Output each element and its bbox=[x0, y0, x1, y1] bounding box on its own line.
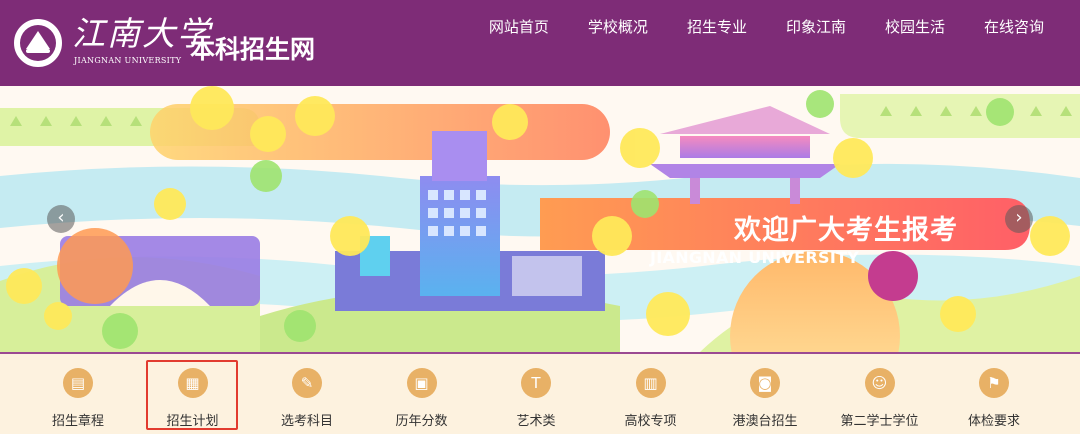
banner-subheadline: JIANGNAN UNIVERSITY bbox=[650, 248, 860, 267]
art-t-icon: T bbox=[521, 368, 551, 398]
quick-link-label: 港澳台招生 bbox=[732, 414, 798, 429]
university-emblem-icon[interactable] bbox=[14, 19, 62, 67]
quick-link-label: 招生计划 bbox=[166, 414, 219, 429]
calendar-icon: ▦ bbox=[177, 368, 208, 398]
quick-link-label: 历年分数 bbox=[395, 414, 448, 429]
chevron-left-icon[interactable]: ‹ bbox=[47, 205, 75, 233]
quick-link-1[interactable]: ▤ 招生章程 bbox=[28, 354, 128, 434]
site-title: 本科招生网 bbox=[190, 35, 316, 64]
quick-link-label: 选考科目 bbox=[280, 414, 333, 429]
logo-english-name: JIANGNAN UNIVERSITY bbox=[74, 56, 182, 65]
quick-links-bar: ▤ 招生章程 ▦ 招生计划 ✎ 选考科目 ▣ 历年分数 T 艺术类 ▥ 高校专项 ◙ 港澳台招生 ☺ 第二学士… bbox=[0, 352, 1080, 434]
quick-link-5[interactable]: T 艺术类 bbox=[486, 354, 586, 434]
quick-link-label: 艺术类 bbox=[516, 414, 556, 429]
main-nav: 网站首页 学校概况 招生专业 印象江南 校园生活 在线咨询 bbox=[450, 16, 1044, 37]
nav-item-majors[interactable]: 招生专业 bbox=[687, 16, 747, 37]
quick-link-8[interactable]: ☺ 第二学士学位 bbox=[830, 354, 930, 434]
nav-item-consult[interactable]: 在线咨询 bbox=[984, 16, 1044, 37]
quick-link-6[interactable]: ▥ 高校专项 bbox=[601, 354, 701, 434]
nav-item-campus-life[interactable]: 校园生活 bbox=[885, 16, 945, 37]
user-list-icon: ☺ bbox=[864, 368, 895, 398]
id-card-icon: ◙ bbox=[750, 368, 780, 398]
quick-link-9[interactable]: ⚑ 体检要求 bbox=[944, 354, 1044, 434]
edit-icon: ✎ bbox=[292, 368, 322, 398]
file-icon: ▥ bbox=[635, 368, 666, 398]
running-icon: ⚑ bbox=[979, 368, 1009, 398]
quick-link-label: 第二学士学位 bbox=[840, 414, 919, 429]
chevron-right-icon[interactable]: › bbox=[1005, 205, 1033, 233]
nav-item-overview[interactable]: 学校概况 bbox=[588, 16, 648, 37]
quick-link-4[interactable]: ▣ 历年分数 bbox=[372, 354, 472, 434]
hero-banner[interactable]: 欢迎广大考生报考 JIANGNAN UNIVERSITY ‹ › bbox=[0, 86, 1080, 352]
quick-link-3[interactable]: ✎ 选考科目 bbox=[257, 354, 357, 434]
quick-link-7[interactable]: ◙ 港澳台招生 bbox=[715, 354, 815, 434]
document-icon: ▤ bbox=[63, 368, 93, 398]
quick-link-label: 招生章程 bbox=[51, 414, 104, 429]
quick-link-2[interactable]: ▦ 招生计划 bbox=[143, 354, 243, 434]
nav-item-home[interactable]: 网站首页 bbox=[489, 16, 549, 37]
quick-link-label: 高校专项 bbox=[624, 414, 677, 429]
quick-link-label: 体检要求 bbox=[967, 414, 1020, 429]
calendar-grid-icon: ▣ bbox=[406, 368, 437, 398]
nav-item-impressions[interactable]: 印象江南 bbox=[786, 16, 846, 37]
banner-headline: 欢迎广大考生报考 bbox=[734, 215, 958, 246]
site-header: 江南大学 JIANGNAN UNIVERSITY 本科招生网 网站首页 学校概况… bbox=[0, 0, 1080, 86]
